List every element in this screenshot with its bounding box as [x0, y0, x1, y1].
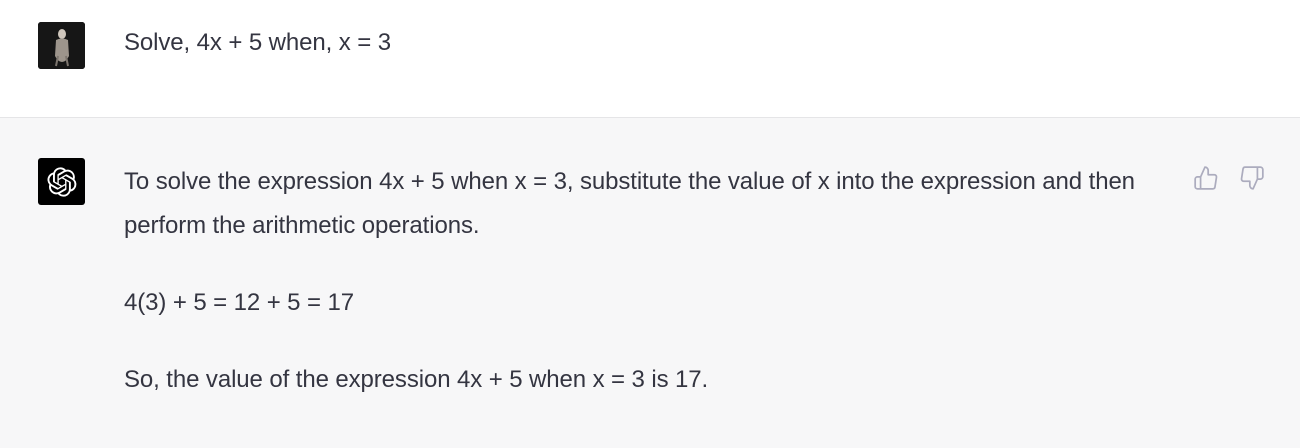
- thumbs-up-button[interactable]: [1192, 164, 1220, 192]
- thumbs-down-icon: [1240, 166, 1264, 190]
- thumbs-up-icon: [1194, 166, 1218, 190]
- user-avatar: [38, 22, 85, 69]
- assistant-paragraph: 4(3) + 5 = 12 + 5 = 17: [124, 289, 354, 316]
- assistant-message-body: To solve the expression 4x + 5 when x = …: [124, 160, 1164, 402]
- openai-logo-icon: [38, 158, 85, 205]
- assistant-paragraph: To solve the expression 4x + 5 when x = …: [124, 168, 1135, 239]
- assistant-paragraph: So, the value of the expression 4x + 5 w…: [124, 366, 709, 393]
- user-message-text: Solve, 4x + 5 when, x = 3: [124, 29, 391, 56]
- feedback-buttons: [1192, 164, 1266, 192]
- thumbs-down-button[interactable]: [1238, 164, 1266, 192]
- assistant-message-row: To solve the expression 4x + 5 when x = …: [0, 118, 1300, 448]
- user-message-row: Solve, 4x + 5 when, x = 3: [0, 0, 1300, 118]
